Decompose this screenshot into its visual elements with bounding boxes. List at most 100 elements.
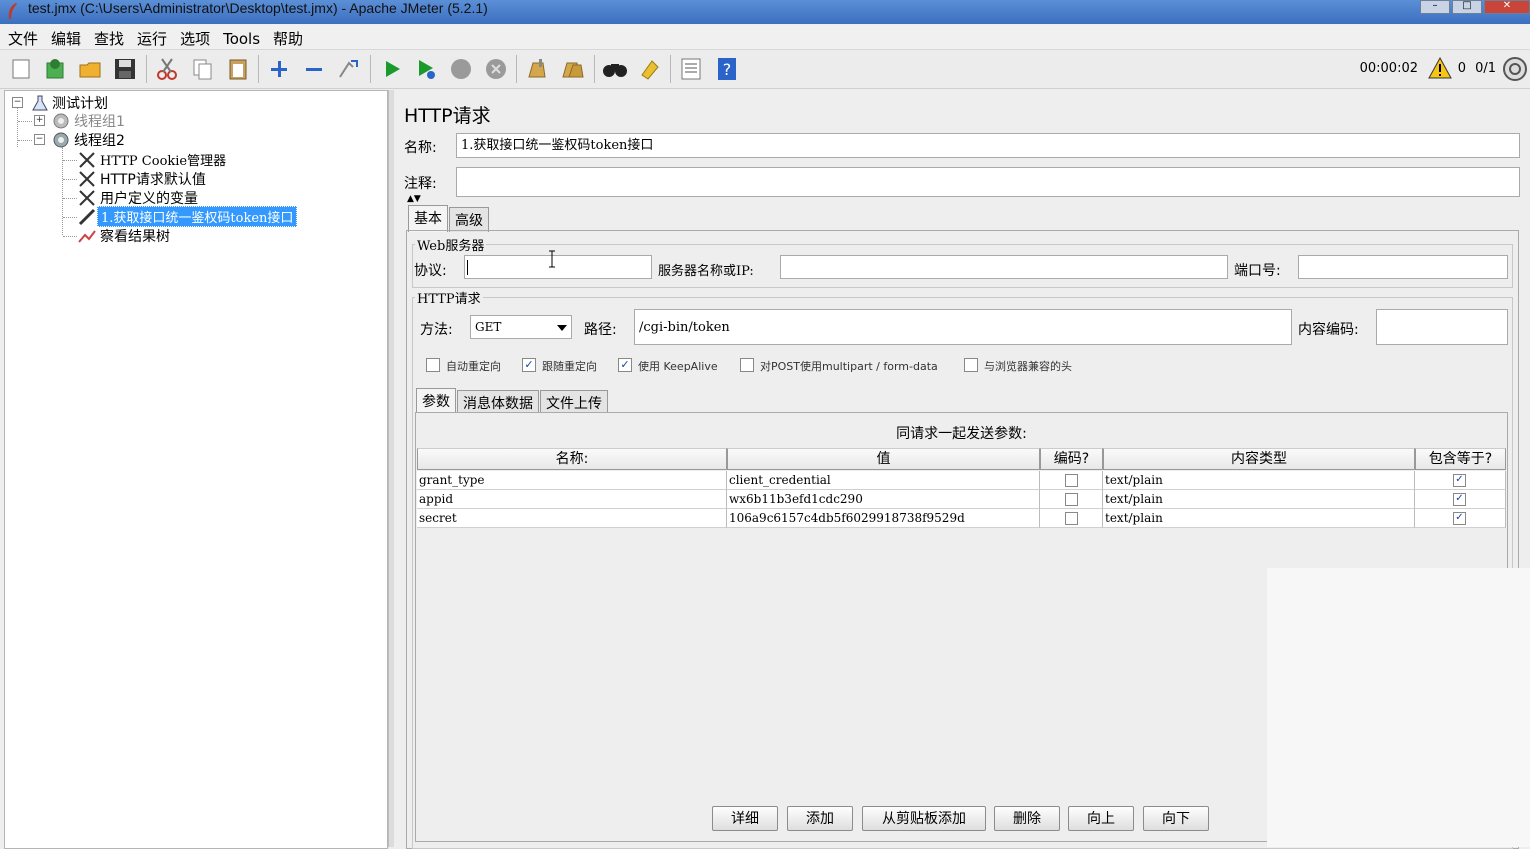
open-icon[interactable] (77, 56, 103, 82)
cut-icon[interactable] (154, 56, 180, 82)
function-helper-icon[interactable] (678, 56, 704, 82)
search-icon[interactable] (602, 56, 628, 82)
tree-item-http-defaults[interactable]: HTTP请求默认值 (77, 169, 209, 188)
method-select[interactable]: GET (470, 315, 572, 339)
path-label: 路径: (584, 322, 617, 338)
encode-checkbox[interactable] (1065, 493, 1078, 506)
protocol-field[interactable] (464, 255, 652, 279)
start-icon[interactable] (379, 56, 405, 82)
paste-icon[interactable] (225, 56, 251, 82)
column-header-name[interactable]: 名称: (417, 448, 727, 470)
table-cell-value[interactable]: client_credential (727, 471, 1040, 490)
table-cell-content-type[interactable]: text/plain (1103, 509, 1415, 528)
encoding-field[interactable] (1376, 309, 1508, 345)
window-titlebar: test.jmx (C:\Users\Administrator\Desktop… (0, 0, 1530, 24)
menu-options[interactable]: 选项 (172, 25, 215, 49)
minimize-button[interactable]: – (1420, 0, 1450, 14)
close-button[interactable]: ✕ (1484, 0, 1530, 14)
window-title: test.jmx (C:\Users\Administrator\Desktop… (28, 0, 488, 16)
include-equals-checkbox[interactable]: ✓ (1453, 474, 1466, 487)
tree-label: 线程组2 (74, 132, 125, 149)
delete-button[interactable]: 删除 (994, 806, 1060, 831)
tree-label: 测试计划 (52, 95, 108, 112)
table-cell-name[interactable]: secret (417, 509, 727, 528)
add-button[interactable]: 添加 (787, 806, 853, 831)
menu-help[interactable]: 帮助 (265, 25, 308, 49)
collapse-root-toggle[interactable]: − (12, 97, 23, 108)
browser-headers-checkbox[interactable] (964, 358, 978, 372)
table-cell-value[interactable]: wx6b11b3efd1cdc290 (727, 490, 1040, 509)
menu-tools[interactable]: Tools (215, 27, 265, 48)
follow-redirect-label: 跟随重定向 (542, 360, 597, 373)
tree-item-view-results-tree[interactable]: 察看结果树 (77, 226, 173, 245)
warning-icon[interactable] (1428, 56, 1452, 80)
tree-item-http-request[interactable]: 1.获取接口统一鉴权码token接口 (77, 206, 298, 227)
copy-icon[interactable] (190, 56, 216, 82)
stop-icon[interactable] (448, 56, 474, 82)
table-cell-include-equals: ✓ (1415, 509, 1506, 528)
column-header-content-type[interactable]: 内容类型 (1103, 448, 1415, 470)
table-cell-value[interactable]: 106a9c6157c4db5f6029918738f9529d (727, 509, 1040, 528)
start-no-timers-icon[interactable] (413, 56, 439, 82)
expand-group1-toggle[interactable]: + (34, 115, 45, 126)
column-header-value[interactable]: 值 (727, 448, 1040, 470)
move-up-button[interactable]: 向上 (1068, 806, 1134, 831)
window-controls: – □ ✕ (1418, 0, 1530, 14)
comment-field[interactable] (456, 167, 1520, 197)
column-header-encode[interactable]: 编码? (1040, 448, 1103, 470)
pane-splitter[interactable] (388, 90, 394, 847)
table-cell-encode (1040, 509, 1103, 528)
menu-search[interactable]: 查找 (86, 25, 129, 49)
include-equals-checkbox[interactable]: ✓ (1453, 493, 1466, 506)
help-icon[interactable]: ? (714, 56, 740, 82)
table-cell-content-type[interactable]: text/plain (1103, 471, 1415, 490)
tab-advanced[interactable]: 高级 (449, 207, 489, 232)
collapse-icon[interactable] (301, 56, 327, 82)
follow-redirect-checkbox[interactable]: ✓ (522, 358, 536, 372)
main-tabs: 基本 高级 (408, 205, 490, 232)
comment-label: 注释: (404, 176, 437, 192)
table-cell-content-type[interactable]: text/plain (1103, 490, 1415, 509)
jmeter-feather-icon (8, 3, 17, 19)
tree-item-user-variables[interactable]: 用户定义的变量 (77, 188, 201, 207)
multipart-checkbox[interactable] (740, 358, 754, 372)
include-equals-checkbox[interactable]: ✓ (1453, 512, 1466, 525)
test-plan-tree: − 测试计划 + 线程组1 − 线程组2 HTTP Cookie管理器 HTTP… (4, 90, 388, 849)
tree-label: 用户定义的变量 (100, 190, 198, 207)
move-down-button[interactable]: 向下 (1143, 806, 1209, 831)
auto-redirect-checkbox[interactable] (426, 358, 440, 372)
tab-basic[interactable]: 基本 (408, 205, 448, 232)
encode-checkbox[interactable] (1065, 474, 1078, 487)
name-field[interactable]: 1.获取接口统一鉴权码token接口 (456, 133, 1520, 158)
collapse-group2-toggle[interactable]: − (34, 134, 45, 145)
path-field[interactable]: /cgi-bin/token (634, 309, 1292, 345)
keepalive-checkbox[interactable]: ✓ (618, 358, 632, 372)
tab-parameters[interactable]: 参数 (416, 388, 456, 415)
encode-checkbox[interactable] (1065, 512, 1078, 525)
table-cell-name[interactable]: grant_type (417, 471, 727, 490)
column-header-include-equals[interactable]: 包含等于? (1415, 448, 1506, 470)
toggle-icon[interactable] (336, 56, 362, 82)
clear-icon[interactable] (524, 56, 550, 82)
add-from-clipboard-button[interactable]: 从剪贴板添加 (862, 806, 986, 831)
config-scissors-icon (79, 189, 95, 206)
expand-icon[interactable] (266, 56, 292, 82)
shutdown-icon[interactable] (483, 56, 509, 82)
tree-item-test-plan[interactable]: 测试计划 (31, 93, 111, 112)
tree-item-thread-group-1[interactable]: 线程组1 (51, 111, 128, 130)
tree-item-cookie-manager[interactable]: HTTP Cookie管理器 (77, 150, 229, 169)
menu-file[interactable]: 文件 (0, 25, 43, 49)
maximize-button[interactable]: □ (1452, 0, 1482, 14)
clear-all-icon[interactable] (560, 56, 586, 82)
server-field[interactable] (780, 255, 1228, 279)
menu-edit[interactable]: 编辑 (43, 25, 86, 49)
new-icon[interactable] (8, 56, 34, 82)
reset-search-icon[interactable] (637, 56, 663, 82)
port-field[interactable] (1298, 255, 1508, 279)
table-cell-name[interactable]: appid (417, 490, 727, 509)
collapse-arrows-icon[interactable]: ▲▼ (407, 194, 421, 204)
save-icon[interactable] (112, 56, 138, 82)
menu-run[interactable]: 运行 (129, 25, 172, 49)
detail-button[interactable]: 详细 (712, 806, 778, 831)
templates-icon[interactable] (42, 56, 68, 82)
